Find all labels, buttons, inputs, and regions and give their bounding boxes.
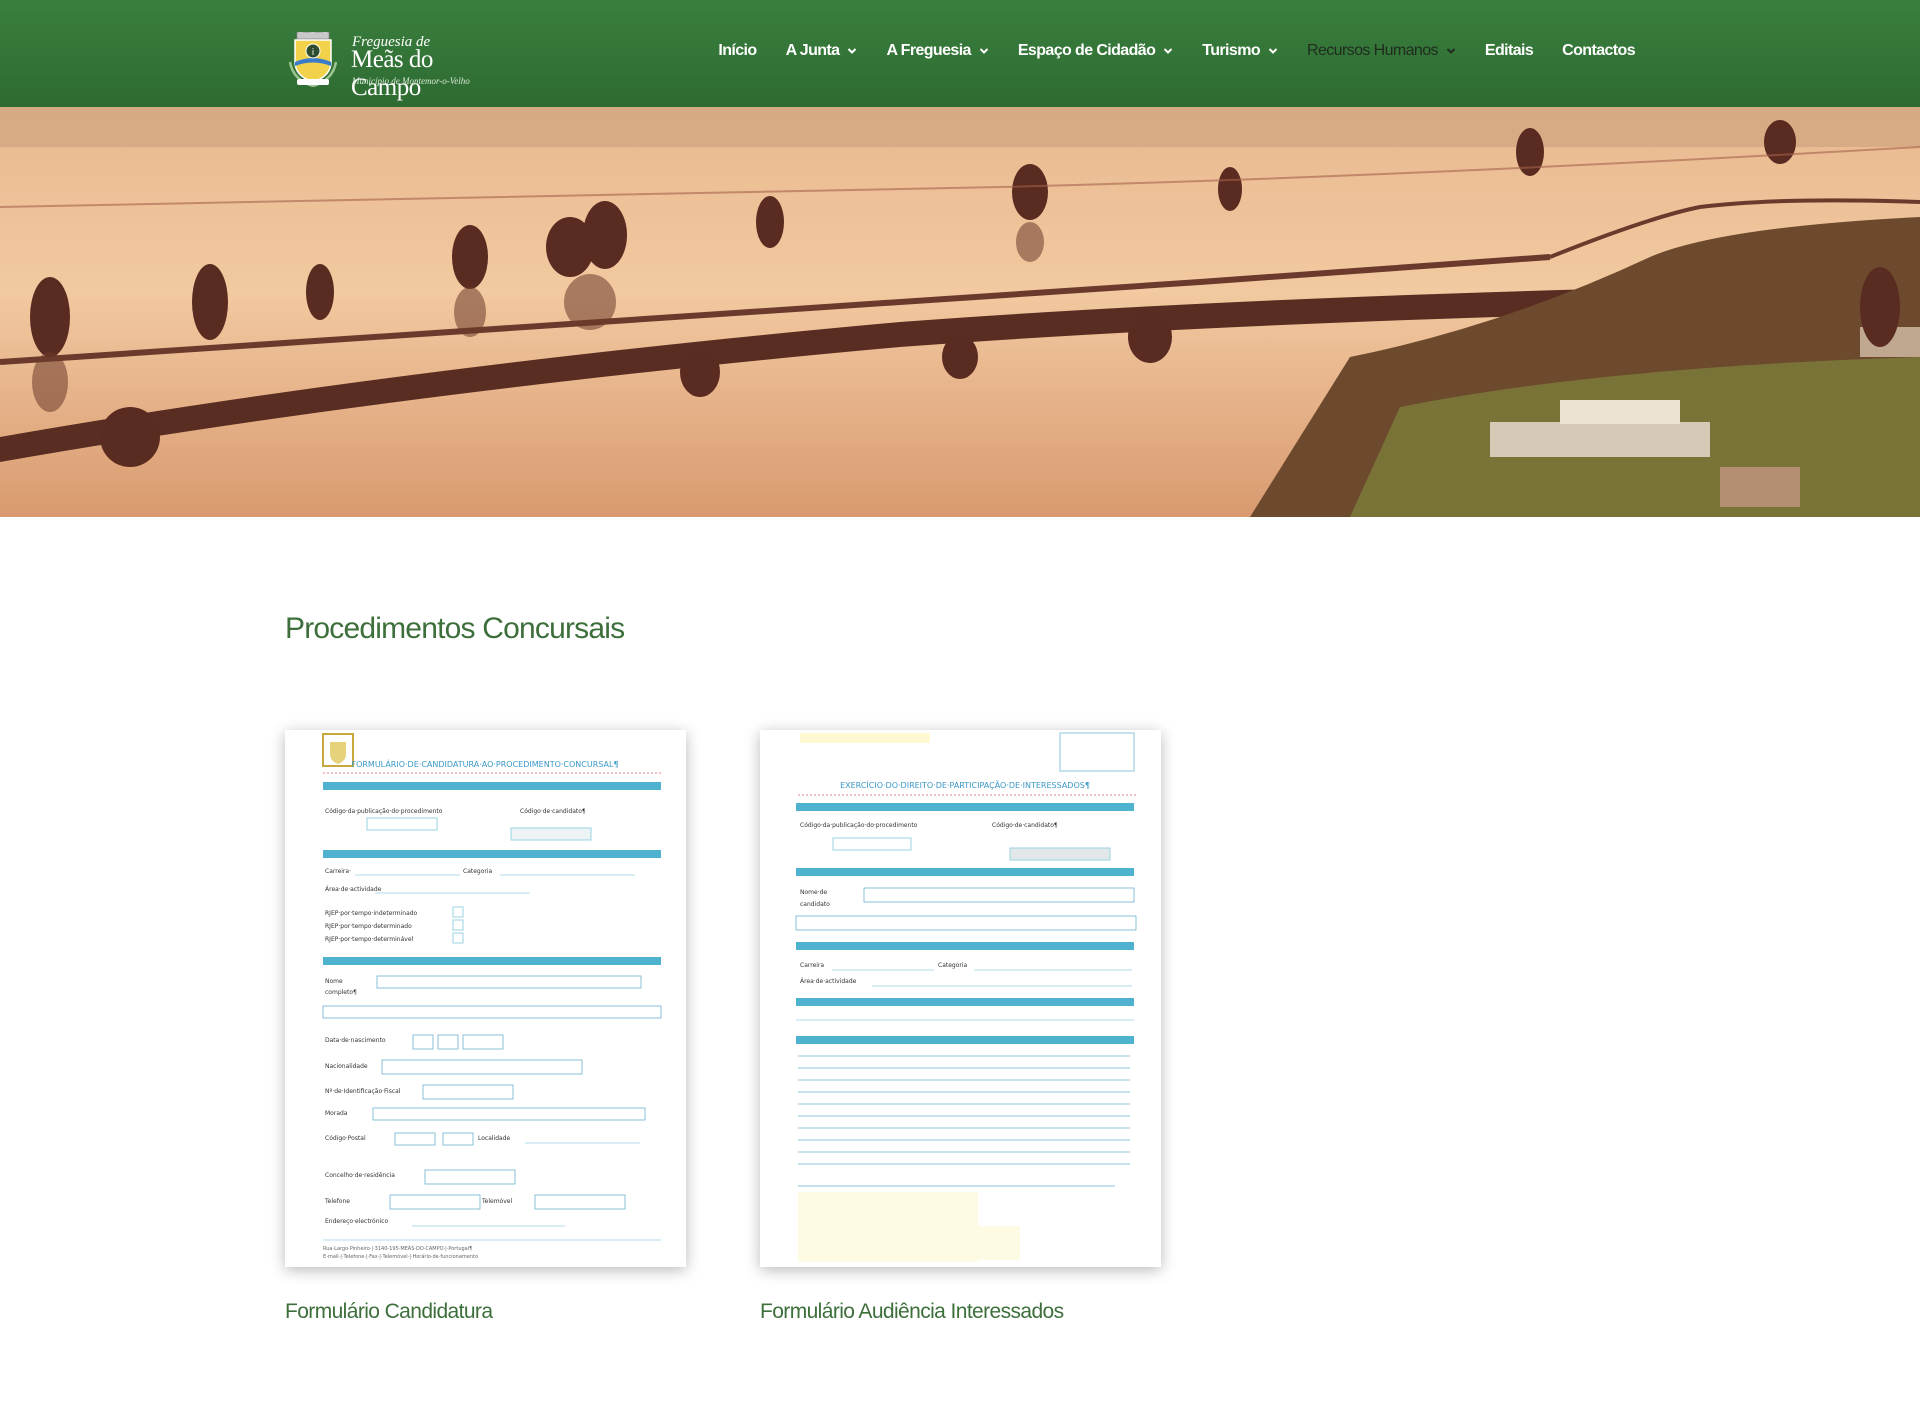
chevron-down-icon [979, 48, 989, 54]
chevron-down-icon [1164, 48, 1173, 54]
nav-item-recursos-humanos[interactable]: Recursos Humanos [1307, 42, 1456, 60]
nav-item-contactos[interactable]: Contactos [1562, 42, 1635, 60]
nav-item-a-freguesia[interactable]: A Freguesia [886, 42, 989, 60]
svg-text:i: i [312, 48, 315, 58]
logo-subtitle: Município de Montemor-o-Velho [352, 76, 470, 86]
svg-text:Concelho·de·residência: Concelho·de·residência [325, 1172, 395, 1179]
svg-text:RJEP·por·tempo·determinado: RJEP·por·tempo·determinado [325, 923, 412, 930]
nav-label: Editais [1484, 42, 1534, 59]
svg-text:candidato: candidato [800, 901, 830, 908]
nav-label: Contactos [1562, 42, 1635, 59]
svg-text:Rua·Largo·Pinheiro·|·3140-195·: Rua·Largo·Pinheiro·|·3140-195·MEÃS·DO·CA… [323, 1245, 472, 1252]
nav-item-inicio[interactable]: Início [718, 42, 757, 60]
document-title-link[interactable]: Formulário Candidatura [285, 1300, 686, 1324]
document-heading: FORMULÁRIO·DE·CANDIDATURA·AO·PROCEDIMENT… [351, 758, 618, 769]
svg-text:RJEP·por·tempo·determinável: RJEP·por·tempo·determinável [325, 936, 414, 943]
svg-text:completo¶: completo¶ [325, 989, 357, 996]
nav-label: A Freguesia [886, 42, 971, 59]
document-heading: EXERCÍCIO·DO·DIREITO·DE·PARTICIPAÇÃO·DE·… [840, 779, 1090, 790]
form-preview-image: FORMULÁRIO·DE·CANDIDATURA·AO·PROCEDIMENT… [285, 730, 686, 1267]
svg-text:Categoria: Categoria [938, 962, 968, 969]
nav-item-a-junta[interactable]: A Junta [786, 42, 858, 60]
svg-text:Morada: Morada [325, 1110, 348, 1117]
coat-of-arms-icon: i [288, 32, 338, 87]
svg-text:Carreira: Carreira [800, 962, 824, 969]
svg-text:Nº·de·Identificação·Fiscal: Nº·de·Identificação·Fiscal [325, 1088, 401, 1095]
nav-item-turismo[interactable]: Turismo [1202, 42, 1278, 60]
logo-title: Meãs do Campo [351, 46, 433, 101]
nav-item-editais[interactable]: Editais [1484, 42, 1534, 60]
svg-text:Código·Postal: Código·Postal [325, 1135, 366, 1142]
document-title-link[interactable]: Formulário Audiência Interessados [760, 1300, 1161, 1324]
svg-text:Código·da·publicação·do·proced: Código·da·publicação·do·procedimento [800, 822, 918, 829]
site-header: i Freguesia de Meãs do Campo Município d… [0, 0, 1920, 107]
svg-text:Nome: Nome [325, 978, 343, 985]
chevron-down-icon [1268, 48, 1278, 54]
svg-text:Localidade: Localidade [478, 1135, 511, 1142]
site-logo[interactable]: i Freguesia de Meãs do Campo Município d… [287, 30, 507, 101]
svg-text:Área·de·actividade: Área·de·actividade [325, 886, 382, 893]
svg-text:RJEP·por·tempo·indeterminado: RJEP·por·tempo·indeterminado [325, 910, 418, 917]
page-title: Procedimentos Concursais [285, 612, 625, 645]
svg-text:Telemóvel: Telemóvel [481, 1198, 512, 1205]
svg-text:Endereço·electrónico: Endereço·electrónico [325, 1218, 388, 1225]
svg-text:Nacionalidade: Nacionalidade [325, 1063, 368, 1070]
svg-text:Telefone: Telefone [324, 1198, 350, 1205]
chevron-down-icon [848, 48, 857, 54]
svg-text:Data·de·nascimento: Data·de·nascimento [325, 1037, 386, 1044]
nav-item-espaco-de-cidadao[interactable]: Espaço de Cidadão [1018, 42, 1173, 60]
hero-image [0, 107, 1920, 517]
form-preview-image: EXERCÍCIO·DO·DIREITO·DE·PARTICIPAÇÃO·DE·… [760, 730, 1161, 1267]
svg-text:E-mail·|·Telefone·|·Fax·|·Tele: E-mail·|·Telefone·|·Fax·|·Telemóvel·|·Ho… [323, 1253, 478, 1260]
svg-text:Código·de·candidato¶: Código·de·candidato¶ [520, 808, 586, 815]
chevron-down-icon [1446, 48, 1456, 54]
nav-label: Turismo [1202, 42, 1260, 59]
nav-label: Início [718, 42, 757, 59]
svg-text:Nome·de: Nome·de [800, 889, 827, 896]
nav-label: A Junta [785, 42, 840, 59]
svg-text:Código·de·candidato¶: Código·de·candidato¶ [992, 822, 1058, 829]
svg-text:Área·de·actividade: Área·de·actividade [800, 978, 857, 985]
svg-text:Carreira·: Carreira· [325, 868, 351, 875]
document-thumbnail[interactable]: EXERCÍCIO·DO·DIREITO·DE·PARTICIPAÇÃO·DE·… [760, 730, 1161, 1267]
nav-label: Espaço de Cidadão [1017, 42, 1156, 59]
svg-text:Categoria: Categoria [463, 868, 493, 875]
nav-label: Recursos Humanos [1307, 42, 1439, 59]
svg-text:Código·da·publicação·do·proced: Código·da·publicação·do·procedimento [325, 808, 443, 815]
main-nav: Início A Junta A Freguesia Espaço de Cid… [689, 42, 1635, 60]
document-card[interactable]: EXERCÍCIO·DO·DIREITO·DE·PARTICIPAÇÃO·DE·… [760, 730, 1161, 1324]
document-card[interactable]: FORMULÁRIO·DE·CANDIDATURA·AO·PROCEDIMENT… [285, 730, 686, 1324]
document-thumbnail[interactable]: FORMULÁRIO·DE·CANDIDATURA·AO·PROCEDIMENT… [285, 730, 686, 1267]
flooded-landscape-image [0, 107, 1920, 517]
